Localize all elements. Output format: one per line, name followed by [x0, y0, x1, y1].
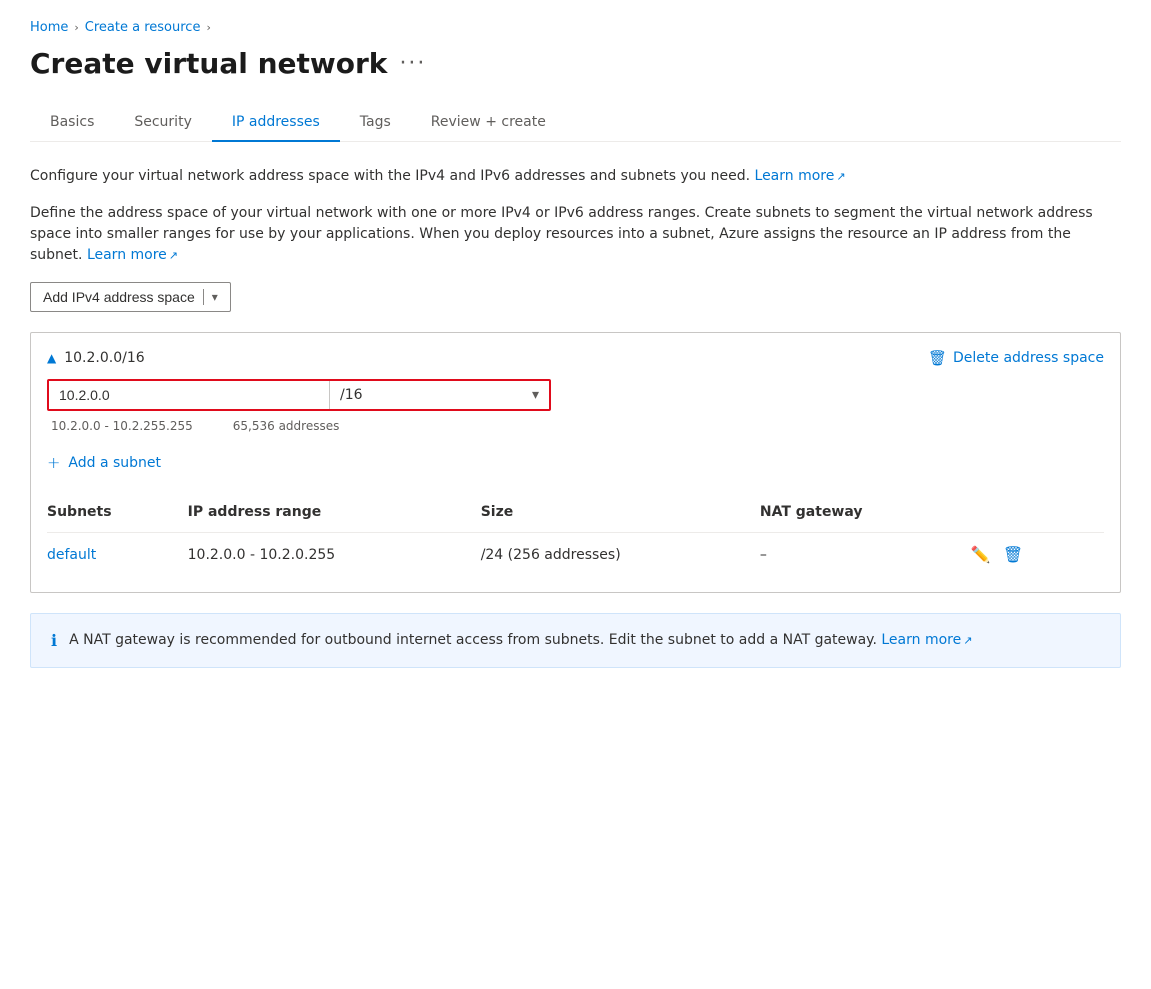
- add-ipv4-button[interactable]: Add IPv4 address space ▾: [30, 282, 231, 312]
- delete-subnet-icon[interactable]: 🗑: [1003, 545, 1023, 564]
- page-title-row: Create virtual network ···: [30, 47, 1121, 80]
- subnet-ip-range-cell: 10.2.0.0 - 10.2.0.255: [188, 533, 481, 577]
- learn-more-link-1[interactable]: Learn more↗: [755, 168, 846, 184]
- add-subnet-button[interactable]: + Add a subnet: [47, 449, 1104, 476]
- trash-icon: 🗑: [928, 349, 947, 367]
- col-nat: NAT gateway: [760, 496, 971, 533]
- external-link-icon-banner: ↗: [963, 633, 972, 650]
- tab-ip-addresses[interactable]: IP addresses: [212, 104, 340, 142]
- subnet-name-link[interactable]: default: [47, 547, 96, 563]
- learn-more-link-banner[interactable]: Learn more↗: [881, 632, 972, 648]
- address-space-container: ▲ 10.2.0.0/16 🗑 Delete address space /16…: [30, 332, 1121, 593]
- ip-address-input[interactable]: [49, 381, 329, 409]
- address-space-title-row: ▲ 10.2.0.0/16: [47, 350, 145, 366]
- subnets-table-body: default 10.2.0.0 - 10.2.0.255 /24 (256 a…: [47, 533, 1104, 577]
- addresses-count: 65,536 addresses: [233, 419, 340, 433]
- ip-range-info: 10.2.0.0 - 10.2.255.255 65,536 addresses: [47, 419, 1104, 433]
- description-2: Define the address space of your virtual…: [30, 203, 1121, 266]
- plus-icon: +: [47, 453, 60, 472]
- ip-input-row: /16 ▾: [47, 379, 551, 411]
- subnet-name-cell: default: [47, 533, 188, 577]
- breadcrumb-create-resource[interactable]: Create a resource: [85, 20, 201, 35]
- subnet-actions-cell: ✏️ 🗑: [970, 533, 1104, 577]
- external-link-icon-2: ↗: [169, 248, 178, 265]
- external-link-icon-1: ↗: [836, 169, 845, 186]
- address-space-header: ▲ 10.2.0.0/16 🗑 Delete address space: [47, 349, 1104, 367]
- col-actions: [970, 496, 1104, 533]
- tab-security[interactable]: Security: [114, 104, 212, 142]
- col-ip-range: IP address range: [188, 496, 481, 533]
- ip-prefix-select[interactable]: /16 ▾: [329, 381, 549, 409]
- button-divider: [203, 289, 204, 305]
- breadcrumb-sep-1: ›: [74, 21, 78, 34]
- learn-more-link-2[interactable]: Learn more↗: [87, 247, 178, 263]
- subnet-nat-cell: –: [760, 533, 971, 577]
- tab-tags[interactable]: Tags: [340, 104, 411, 142]
- col-size: Size: [481, 496, 760, 533]
- ip-prefix-value: /16: [340, 387, 363, 403]
- edit-subnet-icon[interactable]: ✏️: [970, 545, 990, 564]
- chevron-down-icon: ▾: [212, 290, 218, 304]
- breadcrumb: Home › Create a resource ›: [30, 20, 1121, 35]
- info-banner-text: A NAT gateway is recommended for outboun…: [69, 630, 972, 651]
- address-space-cidr: 10.2.0.0/16: [64, 350, 144, 366]
- subnet-size-cell: /24 (256 addresses): [481, 533, 760, 577]
- page-title: Create virtual network: [30, 47, 387, 80]
- description-1: Configure your virtual network address s…: [30, 166, 1121, 187]
- delete-address-space-button[interactable]: 🗑 Delete address space: [928, 349, 1104, 367]
- more-options-button[interactable]: ···: [399, 51, 426, 76]
- tab-review-create[interactable]: Review + create: [411, 104, 566, 142]
- breadcrumb-home[interactable]: Home: [30, 20, 68, 35]
- info-circle-icon: ℹ: [51, 631, 57, 650]
- subnets-table-header: Subnets IP address range Size NAT gatewa…: [47, 496, 1104, 533]
- ip-range-text: 10.2.0.0 - 10.2.255.255: [51, 419, 193, 433]
- chevron-down-icon: ▾: [532, 387, 539, 403]
- col-subnets: Subnets: [47, 496, 188, 533]
- tabs-nav: Basics Security IP addresses Tags Review…: [30, 104, 1121, 142]
- table-row: default 10.2.0.0 - 10.2.0.255 /24 (256 a…: [47, 533, 1104, 577]
- tab-basics[interactable]: Basics: [30, 104, 114, 142]
- breadcrumb-sep-2: ›: [206, 21, 210, 34]
- info-banner: ℹ A NAT gateway is recommended for outbo…: [30, 613, 1121, 668]
- subnets-table: Subnets IP address range Size NAT gatewa…: [47, 496, 1104, 576]
- add-ipv4-label: Add IPv4 address space: [43, 289, 195, 305]
- collapse-icon[interactable]: ▲: [47, 351, 56, 365]
